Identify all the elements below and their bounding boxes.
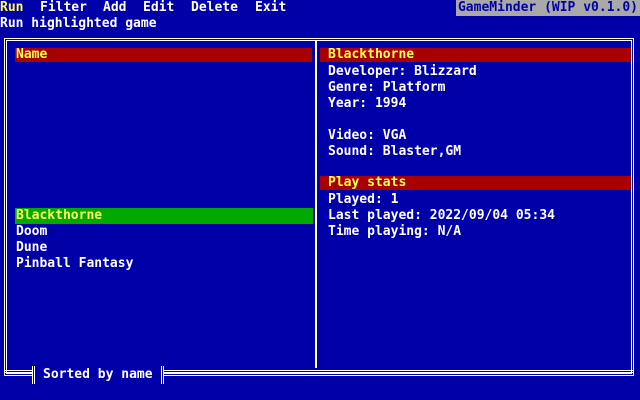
list-header-name[interactable]: Name bbox=[15, 48, 312, 62]
action-hint: Run highlighted game bbox=[0, 16, 157, 31]
details-title: Blackthorne bbox=[320, 48, 631, 62]
stat-last-played: Last played: 2022/09/04 05:34 bbox=[328, 208, 555, 223]
game-list-item-doom[interactable]: Doom bbox=[15, 224, 313, 240]
pane-divider bbox=[315, 40, 317, 368]
game-list-item-blackthorne[interactable]: Blackthorne bbox=[15, 208, 313, 224]
main-frame bbox=[4, 38, 634, 376]
menu-exit[interactable]: Exit bbox=[255, 0, 286, 16]
menu-add[interactable]: Add bbox=[103, 0, 126, 16]
menu-edit[interactable]: Edit bbox=[143, 0, 174, 16]
detail-sound: Sound: Blaster,GM bbox=[328, 144, 462, 159]
detail-genre: Genre: Platform bbox=[328, 80, 446, 95]
detail-year: Year: 1994 bbox=[328, 96, 407, 111]
stat-time-playing: Time playing: N/A bbox=[328, 224, 462, 239]
app-title: GameMinder (WIP v0.1.0) bbox=[455, 0, 640, 16]
detail-video: Video: VGA bbox=[328, 128, 407, 143]
sort-status: Sorted by name bbox=[32, 366, 164, 384]
game-list-item-dune[interactable]: Dune bbox=[15, 240, 313, 256]
menu-filter[interactable]: Filter bbox=[40, 0, 87, 16]
menu-delete[interactable]: Delete bbox=[191, 0, 238, 16]
detail-developer: Developer: Blizzard bbox=[328, 64, 477, 79]
stat-played: Played: 1 bbox=[328, 192, 399, 207]
menu-bar: Run Filter Add Edit Delete Exit GameMind… bbox=[0, 0, 640, 16]
menu-run[interactable]: Run bbox=[0, 0, 23, 16]
play-stats-header: Play stats bbox=[320, 176, 631, 190]
game-list-item-pinball-fantasy[interactable]: Pinball Fantasy bbox=[15, 256, 313, 272]
